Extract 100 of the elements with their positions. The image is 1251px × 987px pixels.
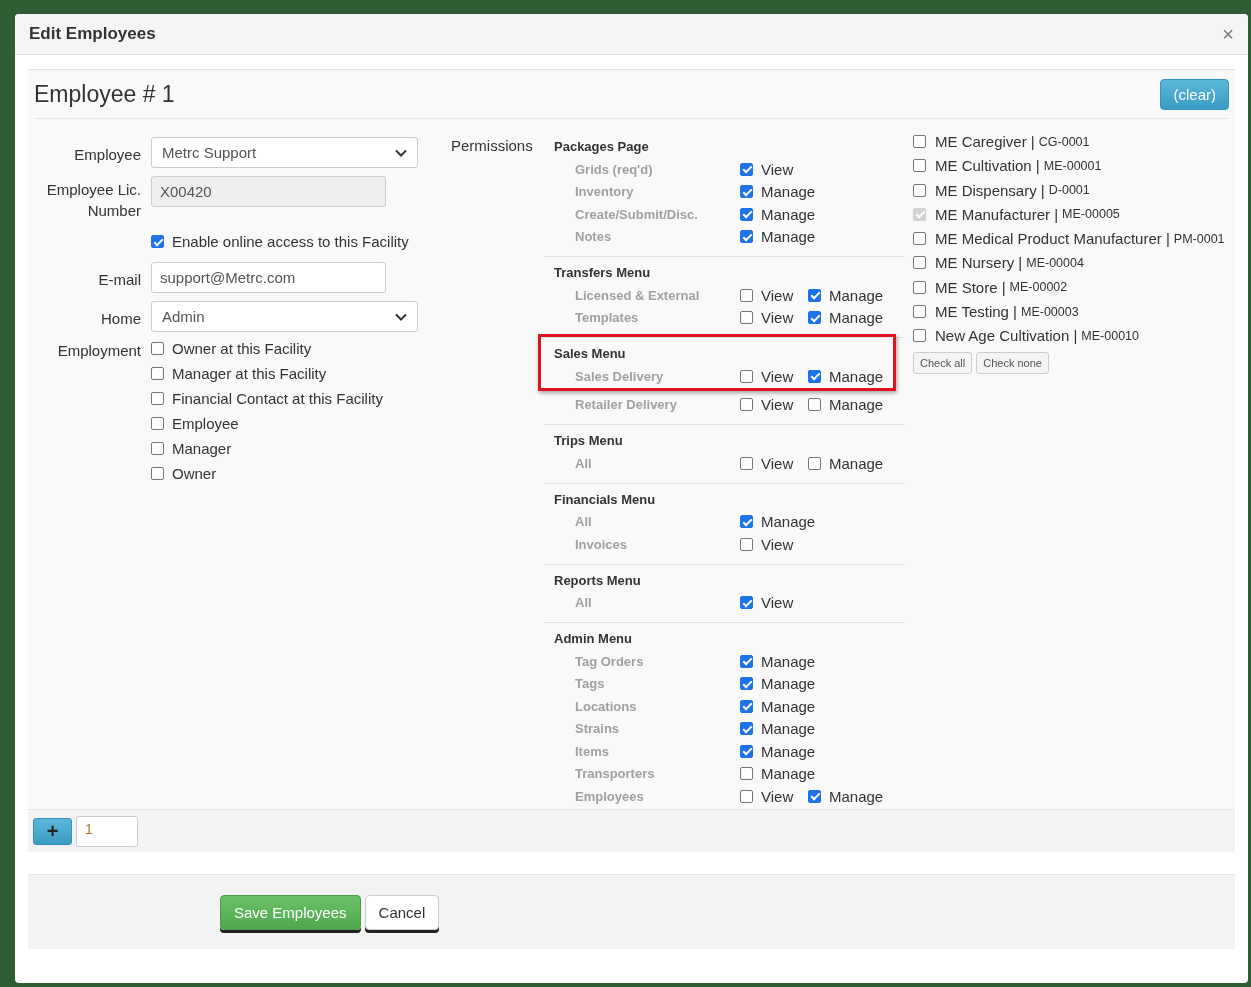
- group-title: Sales Menu: [554, 346, 627, 361]
- facility-code: ME-00010: [1081, 328, 1139, 343]
- cancel-button[interactable]: Cancel: [364, 894, 440, 930]
- checkbox[interactable]: [151, 442, 164, 455]
- checkbox[interactable]: [808, 288, 821, 302]
- permission-label: Retailer Delivery: [574, 397, 678, 413]
- checkbox-label: Manage: [761, 183, 816, 201]
- checkbox[interactable]: [913, 305, 926, 319]
- facility-code: ME-00001: [1043, 158, 1102, 173]
- permission-label: Inventory: [574, 184, 635, 200]
- permission-label: Tag Orders: [574, 653, 645, 669]
- checkbox[interactable]: [151, 235, 164, 248]
- checkbox[interactable]: [740, 744, 753, 758]
- permission-label: Sales Delivery: [574, 368, 665, 384]
- field-label: Home: [100, 309, 141, 329]
- checkbox[interactable]: [740, 398, 753, 412]
- checkbox[interactable]: [740, 288, 753, 302]
- home-select[interactable]: Admin: [151, 301, 418, 332]
- checkbox-label: Manager: [172, 440, 232, 457]
- group-title: Admin Menu: [554, 631, 633, 646]
- permission-label: Employees: [574, 788, 645, 804]
- checkbox[interactable]: [740, 677, 753, 691]
- close-button[interactable]: ×: [1222, 24, 1234, 44]
- facility-name: ME Nursery |: [935, 254, 1023, 272]
- check-button[interactable]: Check all: [913, 351, 973, 374]
- checkbox-label: View: [761, 594, 794, 612]
- checkbox[interactable]: [808, 311, 821, 325]
- permission-label: Notes: [574, 229, 613, 245]
- permission-label: Templates: [574, 310, 640, 326]
- checkbox[interactable]: [913, 256, 926, 270]
- checkbox[interactable]: [740, 722, 753, 736]
- facility-name: ME Caregiver |: [935, 133, 1035, 150]
- checkbox[interactable]: [151, 342, 164, 355]
- facility-code: PM-0001: [1173, 231, 1225, 246]
- checkbox[interactable]: [740, 789, 753, 803]
- facility-name: ME Dispensary |: [935, 181, 1045, 199]
- facility-code: ME-00002: [1009, 280, 1068, 295]
- checkbox[interactable]: [740, 230, 753, 244]
- permission-label: Items: [574, 743, 610, 759]
- checkbox[interactable]: [151, 392, 164, 405]
- checkbox[interactable]: [913, 183, 926, 197]
- check-button[interactable]: Check none: [976, 351, 1049, 374]
- chevron-icon: [395, 312, 407, 321]
- employee-select[interactable]: Metrc Support: [151, 137, 418, 168]
- permissions-label: Permissions: [451, 136, 534, 156]
- facility-code: ME-00003: [1021, 304, 1079, 319]
- checkbox[interactable]: [151, 417, 164, 430]
- checkbox[interactable]: [740, 311, 753, 325]
- checkbox[interactable]: [740, 185, 753, 199]
- facility-name: ME Cultivation |: [935, 157, 1040, 175]
- add-button[interactable]: +: [33, 817, 72, 845]
- checkbox-label: View: [761, 160, 794, 178]
- checkbox[interactable]: [740, 456, 753, 470]
- checkbox[interactable]: [913, 135, 926, 148]
- checkbox[interactable]: [151, 467, 164, 480]
- permission-label: All: [574, 514, 593, 530]
- checkbox[interactable]: [740, 207, 753, 221]
- group-title: Packages Page: [554, 139, 650, 154]
- checkbox-label: Manage: [761, 765, 816, 783]
- facility-name: ME Manufacturer |: [935, 205, 1059, 223]
- checkbox[interactable]: [740, 515, 753, 529]
- field-label: Employment: [56, 341, 141, 361]
- checkbox[interactable]: [740, 162, 753, 176]
- checkbox-label: Manage: [761, 652, 816, 670]
- checkbox-label: Manage: [761, 720, 816, 738]
- checkbox[interactable]: [740, 767, 753, 781]
- checkbox[interactable]: [808, 398, 821, 412]
- checkbox[interactable]: [808, 369, 821, 383]
- group-title: Trips Menu: [554, 433, 624, 448]
- checkbox[interactable]: [913, 159, 926, 173]
- license-field[interactable]: X00420: [151, 176, 386, 207]
- checkbox-label: Manager at this Facility: [172, 365, 327, 382]
- permission-label: Grids (req'd): [574, 161, 654, 177]
- permission-label: Invoices: [574, 536, 629, 552]
- email-field[interactable]: support@Metrc.com: [151, 262, 386, 293]
- checkbox-label: View: [761, 396, 794, 414]
- checkbox[interactable]: [808, 789, 821, 803]
- checkbox[interactable]: [740, 596, 753, 610]
- checkbox[interactable]: [151, 367, 164, 380]
- permission-label: Locations: [574, 698, 638, 714]
- facility-code: D-0001: [1048, 183, 1090, 198]
- checkbox-label: Enable online access to this Facility: [172, 233, 409, 250]
- facility-name: ME Medical Product Manufacturer |: [935, 230, 1170, 248]
- checkbox-label: Manage: [829, 367, 884, 385]
- group-title: Transfers Menu: [554, 265, 652, 280]
- checkbox[interactable]: [740, 654, 753, 668]
- checkbox[interactable]: [740, 369, 753, 383]
- checkbox-label: Manage: [761, 205, 816, 223]
- checkbox[interactable]: [740, 537, 753, 551]
- employee-heading: Employee # 1: [34, 80, 175, 108]
- count-field[interactable]: 1: [76, 815, 138, 847]
- checkbox[interactable]: [913, 280, 926, 294]
- checkbox[interactable]: [913, 329, 926, 343]
- permission-label: Licensed & External: [574, 287, 701, 303]
- checkbox[interactable]: [913, 232, 926, 246]
- checkbox-label: View: [761, 454, 794, 472]
- checkbox[interactable]: [740, 699, 753, 713]
- facility-code: ME-00004: [1026, 256, 1084, 270]
- checkbox-label: Financial Contact at this Facility: [172, 390, 383, 407]
- checkbox[interactable]: [808, 456, 821, 470]
